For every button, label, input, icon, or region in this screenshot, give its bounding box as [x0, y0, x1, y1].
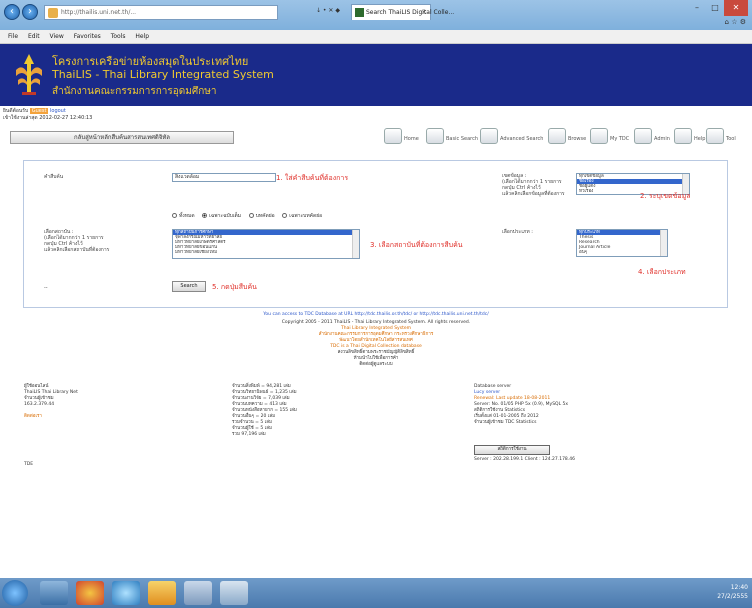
user-icon: [590, 128, 608, 144]
taskbar-app-icon[interactable]: [220, 581, 248, 605]
address-controls[interactable]: ↓ • ✕ ◆: [316, 7, 340, 14]
advanced-search-icon: [480, 128, 498, 144]
tab-close-icon[interactable]: ×: [421, 8, 427, 16]
menu-bar: File Edit View Favorites Tools Help: [0, 30, 752, 44]
tray-time: 12:40: [730, 584, 748, 591]
footer-server-column: Database server Lucy server Renewal: Las…: [474, 384, 569, 425]
windows-taskbar: 12:40 27/2/2555: [0, 578, 752, 608]
type-option[interactable]: อื่นๆ: [577, 250, 667, 255]
content-type-radios: ทั้งหมด เฉพาะฉบับเต็ม บทคัดย่อ เฉพาะบทคั…: [172, 212, 328, 220]
footer-url-line[interactable]: You can access to TDC Database at URL ht…: [140, 312, 612, 318]
home-icon: [384, 128, 402, 144]
menu-favorites[interactable]: Favorites: [74, 33, 101, 40]
footer-left-column: ผู้ใช้ออนไลน์ ThaiLIS Thai Library Net จ…: [24, 384, 78, 420]
username: Guest: [29, 108, 49, 114]
page-favicon-icon: [48, 8, 58, 18]
radio-icon: [282, 213, 288, 218]
tool-icon: [706, 128, 724, 144]
footer-line: สงวนลิขสิทธิ์ตามพระราชบัญญัติลิขสิทธิ์: [337, 350, 415, 355]
close-window-button[interactable]: ✕: [724, 0, 748, 16]
menu-help[interactable]: Help: [135, 33, 149, 40]
step1-annotation: 1. ใส่คำสืบค้นที่ต้องการ: [276, 174, 349, 182]
taskbar-explorer-icon[interactable]: [40, 581, 68, 605]
institution-label: เลือกสถาบัน : (เลือกได้มากกว่า 1 รายการ …: [44, 229, 110, 253]
step3-annotation: 3. เลือกสถาบันที่ต้องการสืบค้น: [370, 241, 463, 249]
radio-all[interactable]: ทั้งหมด: [172, 212, 195, 220]
radio-abstract[interactable]: บทคัดย่อ: [248, 212, 275, 220]
listbox-scrollbar[interactable]: [660, 230, 667, 256]
radio-abstract-only[interactable]: เฉพาะบทคัดย่อ: [282, 212, 322, 220]
server-client-info: Server : 202.28.199.1 Client : 124.27.17…: [474, 457, 575, 462]
tab-title: Search ThaiLIS Digital Colle...: [366, 9, 455, 16]
thailis-logo-icon: [16, 54, 42, 95]
site-banner: โครงการเครือข่ายห้องสมุดในประเทศไทย Thai…: [0, 44, 752, 106]
user-info: ยินดีต้อนรับ Guest logout เข้าใช้งานล่าส…: [3, 108, 92, 122]
type-listbox[interactable]: ทุกประเภท Thesis Research Journal Articl…: [576, 229, 668, 257]
step4-annotation: 4. เลือกประเภท: [638, 268, 686, 276]
footer-line: พัฒนาโดยสำนักเทคโนโลยีสารสนเทศ: [339, 338, 413, 343]
taskbar-ie-icon[interactable]: [112, 581, 140, 605]
menu-edit[interactable]: Edit: [28, 33, 40, 40]
footer-line: สำนักงานคณะกรรมการการอุดมศึกษา กระทรวงศึ…: [318, 332, 434, 337]
radio-selected-icon: [202, 213, 208, 218]
address-url: http://thailis.uni.net.th/...: [61, 9, 137, 16]
radio-icon: [248, 213, 254, 218]
banner-title-english: ThaiLIS - Thai Library Integrated System: [52, 68, 274, 81]
step2-annotation: 2. ระบุเขตข้อมูล: [640, 192, 691, 200]
institution-listbox[interactable]: ทุกสถาบันการศึกษา จุฬาลงกรณ์มหาวิทยาลัย …: [172, 229, 360, 259]
step5-annotation: 5. กดปุ่มสืบค้น: [212, 283, 257, 291]
contact-link[interactable]: ติดต่อเรา: [24, 414, 78, 420]
system-tray[interactable]: 12:40 27/2/2555: [717, 583, 748, 601]
search-button[interactable]: Search: [172, 281, 206, 292]
search-icon: [426, 128, 444, 144]
listbox-scrollbar[interactable]: [352, 230, 359, 258]
help-icon: [674, 128, 692, 144]
browser-tools-icons[interactable]: ⌂ ☆ ⚙: [725, 18, 746, 26]
footer-line: TDC is a Thai Digital Collection databas…: [330, 344, 422, 349]
tab-favicon-icon: [355, 8, 364, 17]
browser-tab[interactable]: Search ThaiLIS Digital Colle... ×: [351, 4, 454, 20]
search-form-panel: คำสืบค้น สิ่งแวดล้อม 1. ใส่คำสืบค้นที่ต้…: [23, 160, 728, 308]
menu-tools[interactable]: Tools: [111, 33, 126, 40]
back-button[interactable]: ‹: [4, 4, 20, 20]
footer-copyright: Copyright 2005 - 2011 ThaiLIS - Thai Lib…: [281, 320, 471, 325]
logout-link[interactable]: logout: [50, 108, 66, 114]
footer-line: ติดต่อผู้ดูแลระบบ: [359, 362, 393, 367]
institution-option[interactable]: มหาวิทยาลัยเชียงใหม่: [173, 250, 359, 255]
welcome-text: ยินดีต้อนรับ: [3, 108, 29, 114]
field-scope-label: เขตข้อมูล : (เลือกได้มากกว่า 1 รายการ กด…: [502, 173, 565, 197]
statistics-button[interactable]: สถิติการใช้งาน: [474, 445, 550, 455]
taskbar-app-icon[interactable]: [184, 581, 212, 605]
footer-stats-column: จำนวนสิ่งพิมพ์ = 94,281 เล่ม จำนวนวิทยาน…: [232, 384, 297, 437]
banner-subtitle: สำนักงานคณะกรรมการการอุดมศึกษา: [52, 86, 217, 97]
search-row-marker: --: [44, 285, 48, 291]
taskbar-chrome-icon[interactable]: [76, 581, 104, 605]
admin-icon: [634, 128, 652, 144]
window-controls: – □ ✕: [688, 0, 748, 16]
taskbar-folder-icon[interactable]: [148, 581, 176, 605]
footer-line: Thai Library Integrated System: [341, 326, 411, 331]
menu-view[interactable]: View: [50, 33, 64, 40]
footer-line: ห้ามนำไปใช้เพื่อการค้า: [353, 356, 399, 361]
minimize-button[interactable]: –: [688, 0, 706, 16]
keyword-input[interactable]: สิ่งแวดล้อม: [172, 173, 276, 182]
radio-fulltext[interactable]: เฉพาะฉบับเต็ม: [202, 212, 241, 220]
maximize-button[interactable]: □: [706, 0, 724, 16]
menu-file[interactable]: File: [8, 33, 18, 40]
last-login: เข้าใช้งานล่าสุด 2012-02-27 12:40:13: [3, 115, 93, 121]
edge-text: TDE: [24, 462, 34, 467]
tray-date: 27/2/2555: [717, 593, 748, 600]
back-to-search-home-button[interactable]: กลับสู่หน้าหลักสืบค้นสารสนเทศดิจิทัล: [10, 131, 234, 144]
browse-icon: [548, 128, 566, 144]
type-label: เลือกประเภท :: [502, 229, 533, 235]
forward-button[interactable]: ›: [22, 4, 38, 20]
start-button-icon[interactable]: [2, 580, 28, 606]
keyword-label: คำสืบค้น: [44, 174, 64, 180]
browser-title-bar: ‹ › http://thailis.uni.net.th/... ↓ • ✕ …: [0, 0, 752, 30]
radio-icon: [172, 213, 177, 218]
address-bar[interactable]: http://thailis.uni.net.th/...: [44, 5, 278, 20]
